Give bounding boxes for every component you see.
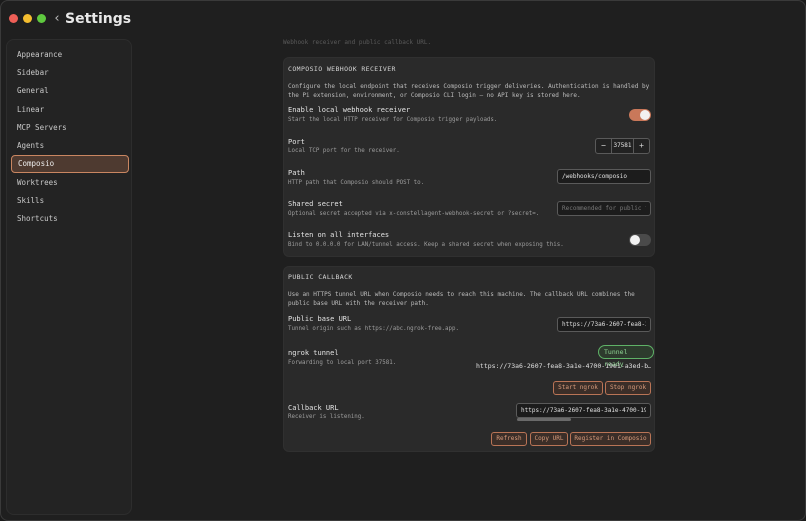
port-decrement-button[interactable]: − [596,139,612,153]
enable-receiver-toggle[interactable] [629,109,651,121]
register-in-composio-button[interactable]: Register in Composio [570,432,651,446]
copy-url-button[interactable]: Copy URL [530,432,568,446]
tunnel-status-badge: Tunnel ready [598,345,654,368]
ngrok-tunnel-help: Forwarding to local port 37581. [288,360,397,366]
port-help: Local TCP port for the receiver. [288,148,400,154]
sidebar-item-composio[interactable]: Composio [11,155,129,173]
public-base-url-input[interactable] [557,317,651,332]
section-subtitle: Webhook receiver and public callback URL… [283,39,432,46]
path-help: HTTP path that Composio should POST to. [288,180,425,186]
public-base-url-label: Public base URL [288,315,352,323]
sidebar-item-skills[interactable]: Skills [11,192,129,210]
title-bar: ‹ Settings [1,1,805,37]
minimize-window-button[interactable] [23,14,32,23]
callback-url-scrollbar[interactable] [517,418,571,421]
close-window-button[interactable] [9,14,18,23]
sidebar-item-mcp-servers[interactable]: MCP Servers [11,119,129,137]
sidebar-item-shortcuts[interactable]: Shortcuts [11,210,129,228]
enable-receiver-help: Start the local HTTP receiver for Compos… [288,117,498,123]
sidebar-item-agents[interactable]: Agents [11,137,129,155]
shared-secret-help: Optional secret accepted via x-constella… [288,211,540,217]
listen-all-toggle[interactable] [629,234,651,246]
settings-sidebar: Appearance Sidebar General Linear MCP Se… [6,39,132,515]
ngrok-tunnel-label: ngrok tunnel [288,349,339,357]
chevron-left-icon[interactable]: ‹ [51,12,63,26]
webhook-receiver-card: COMPOSIO WEBHOOK RECEIVER Configure the … [283,57,655,257]
path-label: Path [288,169,305,177]
path-input[interactable] [557,169,651,184]
webhook-card-description: Configure the local endpoint that receiv… [288,83,650,99]
refresh-button[interactable]: Refresh [491,432,527,446]
callback-card-description: Use an HTTPS tunnel URL when Composio ne… [288,291,635,307]
toggle-knob [640,110,650,120]
port-value[interactable]: 37581 [612,139,633,153]
sidebar-item-linear[interactable]: Linear [11,101,129,119]
public-callback-card: PUBLIC CALLBACK Use an HTTPS tunnel URL … [283,266,655,452]
shared-secret-input[interactable] [557,201,651,216]
start-ngrok-button[interactable]: Start ngrok [553,381,603,395]
webhook-card-title: COMPOSIO WEBHOOK RECEIVER [288,65,396,73]
port-increment-button[interactable]: + [633,139,649,153]
page-title: Settings [65,11,132,27]
enable-receiver-label: Enable local webhook receiver [288,106,411,114]
sidebar-item-appearance[interactable]: Appearance [11,46,129,64]
port-label: Port [288,138,305,146]
stop-ngrok-button[interactable]: Stop ngrok [605,381,651,395]
sidebar-item-general[interactable]: General [11,82,129,100]
tunnel-url-text: https://73a6-2607-fea8-3a1e-4700-19e1-a3… [476,362,651,370]
callback-url-input[interactable] [516,403,651,418]
sidebar-item-worktrees[interactable]: Worktrees [11,174,129,192]
shared-secret-label: Shared secret [288,200,343,208]
callback-url-help: Receiver is listening. [288,414,365,420]
public-base-url-help: Tunnel origin such as https://abc.ngrok-… [288,326,460,332]
callback-card-title: PUBLIC CALLBACK [288,273,353,281]
settings-window: ‹ Settings Appearance Sidebar General Li… [0,0,806,521]
port-stepper[interactable]: − 37581 + [595,138,650,154]
listen-all-label: Listen on all interfaces [288,231,390,239]
toggle-knob [630,235,640,245]
callback-url-label: Callback URL [288,404,339,412]
sidebar-item-sidebar[interactable]: Sidebar [11,64,129,82]
maximize-window-button[interactable] [37,14,46,23]
listen-all-help: Bind to 0.0.0.0 for LAN/tunnel access. K… [288,242,564,248]
